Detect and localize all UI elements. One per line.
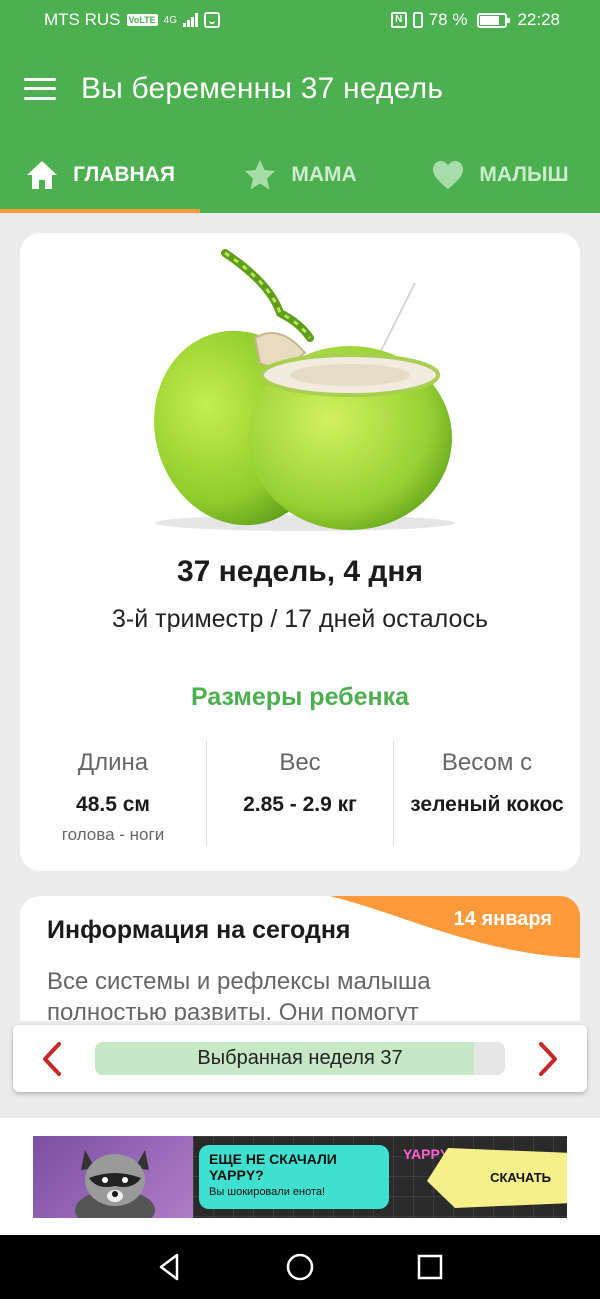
tab-bar: ГЛАВНАЯ МАМА МАЛЫШ <box>0 137 600 213</box>
home-circle-icon[interactable] <box>285 1252 315 1282</box>
clock: 22:28 <box>517 10 560 29</box>
page-title: Вы беременны 37 недель <box>81 71 444 105</box>
stat-length: Длина 48.5 см голова - ноги <box>20 741 206 847</box>
ad-area: ЕЩЕ НЕ СКАЧАЛИ YAPPY? Вы шокировали енот… <box>0 1118 600 1235</box>
stat-length-value: 48.5 см <box>76 793 150 816</box>
tab-main[interactable]: ГЛАВНАЯ <box>0 137 200 213</box>
status-left: MTS RUS VoLTE 4G <box>44 10 221 30</box>
system-nav-bar <box>0 1235 600 1299</box>
heart-icon <box>433 161 464 189</box>
notification-icon <box>204 12 221 28</box>
hamburger-menu-icon[interactable] <box>24 77 56 100</box>
today-info-card[interactable]: 14 января Информация на сегодня Все сист… <box>20 896 580 1021</box>
week-progress-bar: Выбранная неделя 37 <box>95 1042 505 1075</box>
week-title: 37 недель, 4 дня <box>176 555 424 588</box>
week-selector: Выбранная неделя 37 <box>13 1025 587 1092</box>
chevron-right-icon[interactable] <box>527 1039 567 1079</box>
nfc-icon: N <box>390 12 407 28</box>
selected-week-label: Выбранная неделя 37 <box>197 1047 403 1069</box>
battery-level <box>480 15 499 25</box>
tab-mom[interactable]: МАМА <box>200 137 400 213</box>
chevron-left-icon[interactable] <box>33 1039 73 1079</box>
home-icon <box>27 161 58 189</box>
stat-compare-label: Весом с <box>441 749 533 776</box>
tab-baby-label: МАЛЫШ <box>479 163 569 186</box>
info-title: Информация на сегодня <box>47 916 351 944</box>
status-bar: MTS RUS VoLTE 4G N 78 % 22:28 <box>0 0 600 40</box>
app-bar: Вы беременны 37 недель <box>0 40 600 137</box>
back-icon[interactable] <box>155 1252 185 1282</box>
stat-length-note: голова - ноги <box>61 825 165 844</box>
vibrate-icon <box>412 12 423 28</box>
tab-main-label: ГЛАВНАЯ <box>73 163 175 186</box>
stat-weight-value: 2.85 - 2.9 кг <box>243 793 357 816</box>
ad-banner[interactable]: ЕЩЕ НЕ СКАЧАЛИ YAPPY? Вы шокировали енот… <box>33 1136 567 1218</box>
stat-weight-label: Вес <box>279 749 321 776</box>
network-type: 4G <box>163 14 178 26</box>
recents-icon[interactable] <box>415 1252 445 1282</box>
baby-sizes-title: Размеры ребенка <box>190 683 410 711</box>
ad-cta-label: СКАЧАТЬ <box>490 1170 551 1185</box>
week-card: 37 недель, 4 дня 3-й триместр / 17 дней … <box>20 233 580 871</box>
ad-subtext: Вы шокировали енота! <box>209 1186 326 1198</box>
info-date: 14 января <box>453 908 552 930</box>
stat-compare-value: зеленый кокос <box>410 793 564 816</box>
tab-mom-label: МАМА <box>291 163 357 186</box>
ad-message: ЕЩЕ НЕ СКАЧАЛИ YAPPY? Вы шокировали енот… <box>199 1145 389 1209</box>
carrier-name: MTS RUS <box>44 10 121 29</box>
tab-baby[interactable]: МАЛЫШ <box>400 137 600 213</box>
stat-weight: Вес 2.85 - 2.9 кг <box>206 741 393 847</box>
star-icon <box>245 160 276 190</box>
baby-stats: Длина 48.5 см голова - ноги Вес 2.85 - 2… <box>20 741 580 847</box>
info-text: Все системы и рефлексы малыша полностью … <box>47 968 431 1021</box>
battery-percent: 78 % <box>428 10 468 29</box>
raccoon-image <box>75 1150 155 1218</box>
battery-icon <box>477 12 511 28</box>
coconut-image <box>154 249 455 531</box>
ad-headline: ЕЩЕ НЕ СКАЧАЛИ YAPPY? <box>209 1151 337 1183</box>
volte-badge: VoLTE <box>126 14 158 26</box>
signal-icon <box>183 13 199 27</box>
ad-download-button[interactable]: СКАЧАТЬ <box>427 1148 567 1208</box>
stat-length-label: Длина <box>77 749 149 776</box>
week-subtitle: 3-й триместр / 17 дней осталось <box>112 605 488 633</box>
stat-compare: Весом с зеленый кокос <box>393 741 580 847</box>
status-right: N 78 % 22:28 <box>390 10 560 30</box>
